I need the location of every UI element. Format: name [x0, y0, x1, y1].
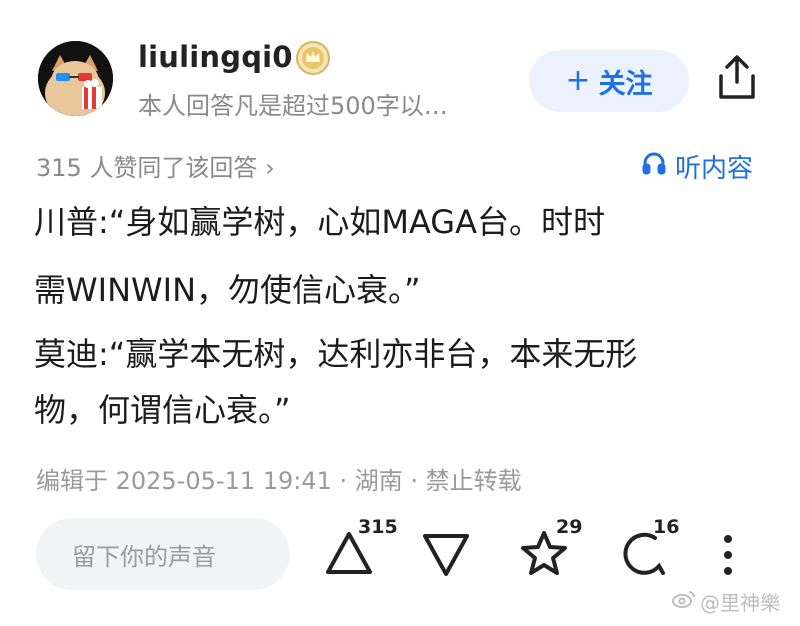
- listen-button[interactable]: 听内容: [641, 148, 753, 185]
- downvote-icon: [423, 534, 469, 576]
- comment-input[interactable]: 留下你的声音: [36, 518, 290, 590]
- favorite-count: 29: [556, 516, 583, 538]
- headphones-icon: [641, 150, 667, 183]
- listen-label: 听内容: [675, 154, 754, 184]
- user-bio: 本人回答凡是超过500字以…: [138, 92, 448, 120]
- likes-summary-link[interactable]: 315 人赞同了该回答 ›: [36, 148, 275, 183]
- answer-line-4: 物，何谓信心衰。”: [34, 391, 291, 429]
- weibo-icon: [672, 589, 696, 614]
- more-icon: [724, 535, 732, 575]
- watermark: @里神樂: [672, 587, 780, 616]
- answer-line-2: 需WINWIN，勿使信心衰。”: [34, 271, 421, 309]
- share-icon[interactable]: [713, 52, 761, 104]
- username[interactable]: liulingqi0: [138, 40, 293, 74]
- avatar-image: [38, 41, 113, 116]
- comment-count: 16: [653, 516, 680, 538]
- avatar[interactable]: [38, 41, 113, 116]
- downvote-button[interactable]: [421, 530, 471, 584]
- watermark-text: @里神樂: [700, 591, 780, 615]
- plus-icon: +: [565, 63, 591, 98]
- answer-line-1: 川普:“身如赢学树，心如MAGA台。时时: [34, 203, 605, 241]
- answer-line-3: 莫迪:“赢学本无树，达利亦非台，本来无形: [34, 335, 638, 373]
- follow-label: 关注: [598, 68, 653, 100]
- more-button[interactable]: [715, 530, 741, 580]
- follow-button[interactable]: + 关注: [529, 50, 689, 112]
- edit-info: 编辑于 2025-05-11 19:41 · 湖南 · 禁止转载: [36, 467, 522, 495]
- crown-badge-icon: [296, 41, 330, 75]
- upvote-count: 315: [358, 516, 398, 538]
